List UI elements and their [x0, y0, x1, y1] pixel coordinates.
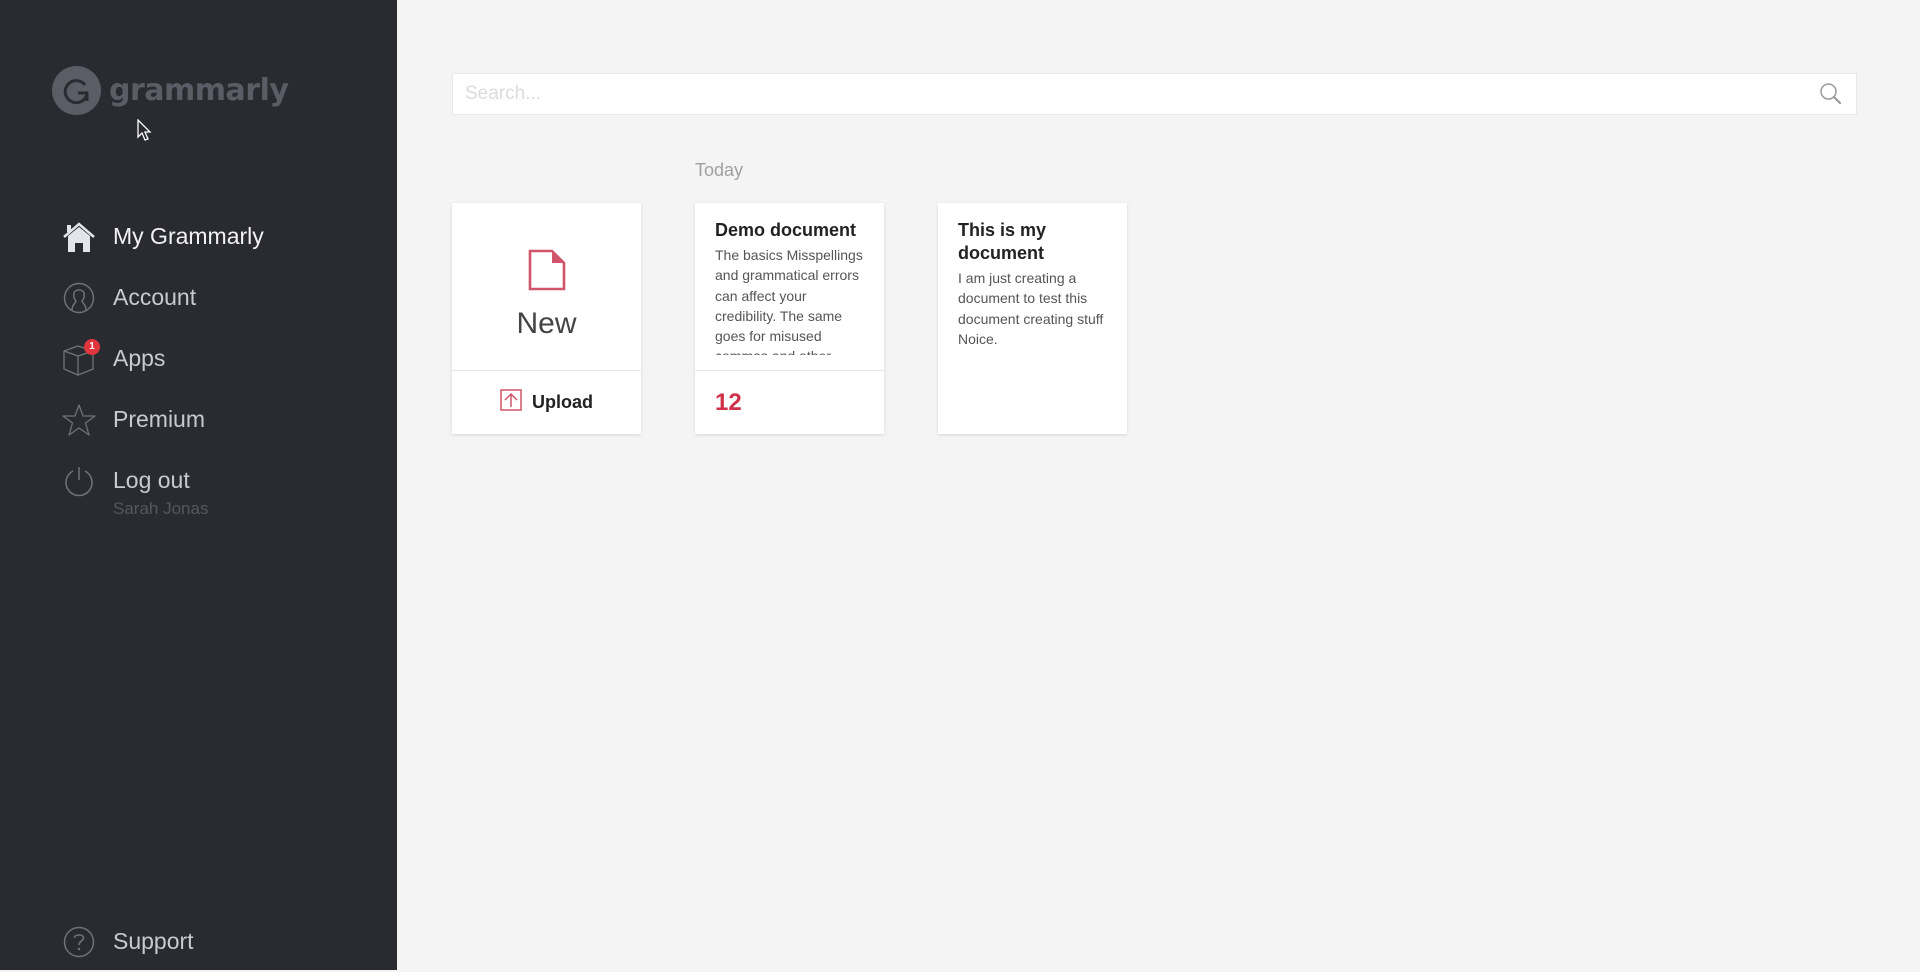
power-icon — [62, 464, 96, 498]
search-input[interactable] — [453, 83, 1818, 105]
search-icon[interactable] — [1818, 81, 1844, 107]
new-document-card: New Upload — [452, 203, 641, 434]
sidebar-nav: My Grammarly Account 1 Apps — [62, 206, 264, 519]
user-icon — [62, 281, 96, 315]
user-name: Sarah Jonas — [113, 499, 264, 519]
sidebar-item-label: My Grammarly — [113, 223, 264, 250]
section-label-today: Today — [695, 160, 743, 181]
sidebar-item-support[interactable]: Support — [62, 911, 194, 972]
help-icon — [62, 925, 96, 959]
document-issue-count: 12 — [695, 389, 742, 417]
document-excerpt: The basics Misspellings and grammatical … — [695, 242, 884, 355]
document-title: This is my document — [938, 203, 1127, 265]
new-document-button[interactable]: New — [452, 203, 641, 371]
brand-name: grammarly — [109, 73, 288, 108]
home-icon — [62, 220, 96, 254]
mouse-cursor-icon — [137, 119, 153, 148]
upload-label: Upload — [532, 392, 593, 413]
sidebar-item-label: Support — [113, 928, 194, 955]
main-content: Today New Upload Demo document T — [397, 0, 1920, 970]
sidebar-item-premium[interactable]: Premium — [62, 389, 264, 450]
sidebar-item-my-grammarly[interactable]: My Grammarly — [62, 206, 264, 267]
upload-icon — [500, 389, 522, 416]
new-document-icon — [528, 249, 566, 296]
sidebar: grammarly My Grammarly — [0, 0, 397, 970]
sidebar-item-apps[interactable]: 1 Apps — [62, 328, 264, 389]
apps-notification-badge: 1 — [84, 339, 100, 355]
document-card[interactable]: Demo document The basics Misspellings an… — [695, 203, 884, 434]
grammarly-logo-icon — [52, 66, 101, 115]
document-title: Demo document — [695, 203, 884, 242]
upload-button[interactable]: Upload — [452, 371, 641, 434]
sidebar-item-label: Account — [113, 284, 196, 311]
sidebar-item-label: Log out — [113, 467, 190, 494]
grammarly-logo[interactable]: grammarly — [52, 66, 288, 115]
box-icon: 1 — [62, 342, 96, 376]
document-card[interactable]: This is my document I am just creating a… — [938, 203, 1127, 434]
sidebar-item-label: Premium — [113, 406, 205, 433]
search-bar — [452, 73, 1857, 115]
star-icon — [62, 403, 96, 437]
new-document-label: New — [452, 307, 641, 341]
sidebar-item-label: Apps — [113, 345, 165, 372]
document-excerpt: I am just creating a document to test th… — [938, 265, 1127, 349]
sidebar-item-account[interactable]: Account — [62, 267, 264, 328]
